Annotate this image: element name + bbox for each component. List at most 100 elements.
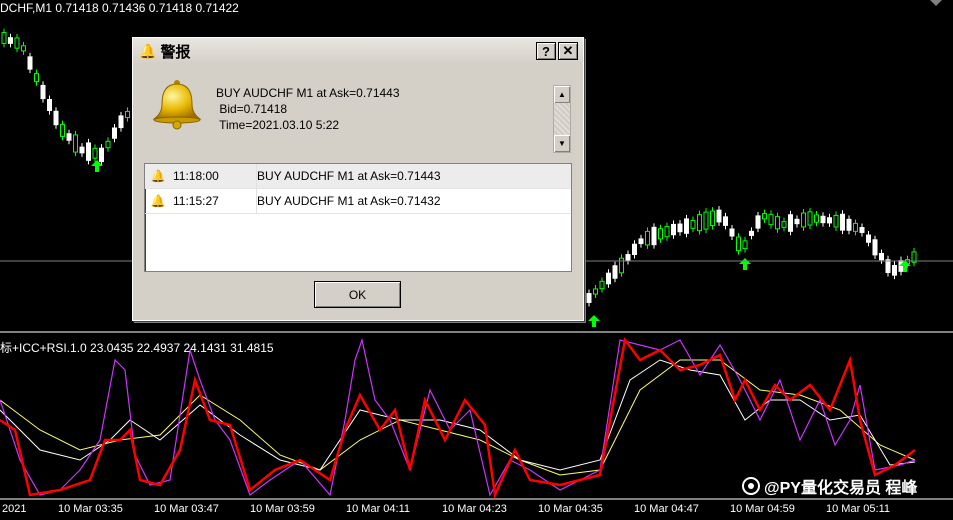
candle — [658, 224, 663, 243]
message-scrollbar[interactable]: ▲ ▼ — [553, 85, 571, 153]
buy-arrow-icon — [588, 315, 600, 327]
candle — [34, 69, 39, 86]
candle — [755, 211, 761, 233]
candle — [92, 144, 98, 163]
candle — [53, 107, 59, 129]
time-label-2: 10 Mar 03:47 — [154, 503, 219, 515]
help-button[interactable]: ? — [536, 42, 556, 60]
candle — [762, 209, 767, 223]
candle — [703, 208, 709, 234]
watermark-text: @PY量化交易员 程峰 — [764, 480, 918, 497]
column-separator — [256, 164, 257, 188]
candle — [716, 206, 722, 226]
column-separator — [256, 189, 257, 213]
candle — [27, 52, 33, 74]
candle — [684, 214, 689, 238]
candle — [820, 212, 826, 227]
bell-icon: 🔔 — [139, 42, 157, 59]
candle — [99, 144, 104, 166]
symbol-info-label: DCHF,M1 0.71418 0.71436 0.71418 0.71422 — [0, 1, 239, 15]
indicator-info-label: 标+ICC+RSI.1.0 23.0435 22.4937 24.1431 31… — [0, 341, 274, 355]
candle — [125, 107, 130, 122]
candle — [781, 217, 787, 232]
candle — [814, 210, 819, 227]
candle — [606, 269, 611, 288]
icc-line — [0, 336, 916, 500]
candle — [749, 227, 754, 240]
time-label-7: 10 Mar 04:47 — [634, 503, 699, 515]
candle — [60, 120, 65, 141]
alert-time: 11:18:00 — [173, 169, 219, 183]
candle — [599, 277, 605, 293]
candle — [66, 129, 72, 145]
candle — [697, 210, 702, 235]
alert-text: BUY AUDCHF M1 at Ask=0.71432 — [257, 194, 441, 208]
candle — [671, 220, 676, 239]
ok-button[interactable]: OK — [314, 281, 401, 308]
candle — [879, 249, 884, 264]
time-label-1: 10 Mar 03:35 — [58, 503, 123, 515]
candle — [853, 219, 858, 236]
time-label-5: 10 Mar 04:23 — [442, 503, 507, 515]
candle — [586, 289, 592, 307]
candle — [859, 223, 865, 237]
candle — [118, 111, 124, 132]
candle — [885, 255, 891, 277]
candle — [801, 209, 806, 231]
candle — [625, 250, 631, 265]
candle — [593, 284, 598, 299]
candle — [105, 137, 111, 152]
candle — [827, 213, 832, 227]
candle — [736, 233, 741, 255]
candle — [632, 240, 637, 259]
candle — [73, 130, 78, 157]
candle — [79, 143, 85, 157]
list-item[interactable]: 🔔 11:18:00 BUY AUDCHF M1 at Ask=0.71443 — [145, 164, 571, 189]
time-label-8: 10 Mar 04:59 — [730, 503, 795, 515]
candle — [14, 33, 20, 53]
candle — [768, 210, 774, 229]
chart-shift-marker — [930, 0, 942, 6]
candle — [1, 28, 7, 48]
candle — [911, 247, 917, 267]
candle — [788, 210, 793, 236]
candle — [651, 223, 657, 249]
oscillator-lines — [0, 336, 916, 500]
candle — [677, 220, 683, 236]
list-item[interactable]: 🔔 11:15:27 BUY AUDCHF M1 at Ask=0.71432 — [145, 189, 571, 214]
candle — [40, 81, 46, 103]
candle — [723, 212, 728, 230]
dialog-titlebar[interactable]: 🔔 警报 ? ✕ — [133, 38, 583, 64]
message-line-1: BUY AUDCHF M1 at Ask=0.71443 — [216, 86, 400, 100]
time-label-4: 10 Mar 04:11 — [346, 503, 411, 515]
candle — [729, 224, 735, 241]
watermark: @PY量化交易员 程峰 — [742, 474, 917, 498]
scroll-up-icon[interactable]: ▲ — [554, 86, 570, 103]
candle — [664, 222, 670, 241]
candle — [690, 216, 696, 233]
candle — [619, 254, 624, 277]
candle — [892, 261, 897, 280]
candle — [833, 211, 839, 231]
candle — [840, 210, 845, 235]
candle — [872, 235, 878, 259]
time-label-0: 2021 — [2, 503, 27, 515]
alert-time: 11:15:27 — [173, 194, 219, 208]
scroll-down-icon[interactable]: ▼ — [554, 135, 570, 152]
time-label-6: 10 Mar 04:35 — [538, 503, 603, 515]
candle — [21, 41, 26, 55]
candle — [638, 234, 644, 248]
bell-icon: 🔔 — [150, 194, 166, 208]
camera-icon — [742, 477, 760, 495]
bell-icon — [152, 80, 202, 130]
time-label-9: 10 Mar 05:11 — [826, 503, 891, 515]
candle — [86, 138, 91, 165]
candle — [742, 236, 748, 253]
alert-dialog: 🔔 警报 ? ✕ BUY AUDCHF M1 at Ask=0.71443 Bi… — [132, 37, 584, 321]
buy-arrow-icon — [739, 258, 751, 270]
close-button[interactable]: ✕ — [558, 42, 578, 60]
candle — [645, 227, 650, 249]
alert-list[interactable]: 🔔 11:18:00 BUY AUDCHF M1 at Ask=0.71443 … — [144, 163, 572, 272]
message-line-2: Bid=0.71418 — [216, 102, 288, 116]
candle — [775, 212, 780, 233]
